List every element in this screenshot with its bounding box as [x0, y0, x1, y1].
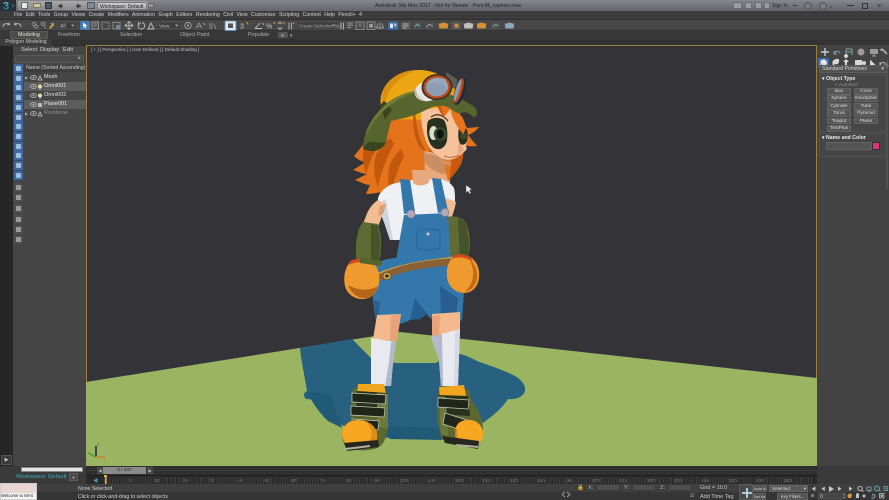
svg-text:All: All [60, 24, 66, 30]
svg-text:Create Selection Se: Create Selection Se [299, 24, 340, 29]
svg-text:0: 0 [820, 494, 823, 500]
svg-text:3: 3 [240, 24, 244, 31]
svg-text:%: % [266, 24, 272, 31]
svg-text:3: 3 [3, 1, 9, 12]
svg-text:View: View [159, 24, 170, 30]
